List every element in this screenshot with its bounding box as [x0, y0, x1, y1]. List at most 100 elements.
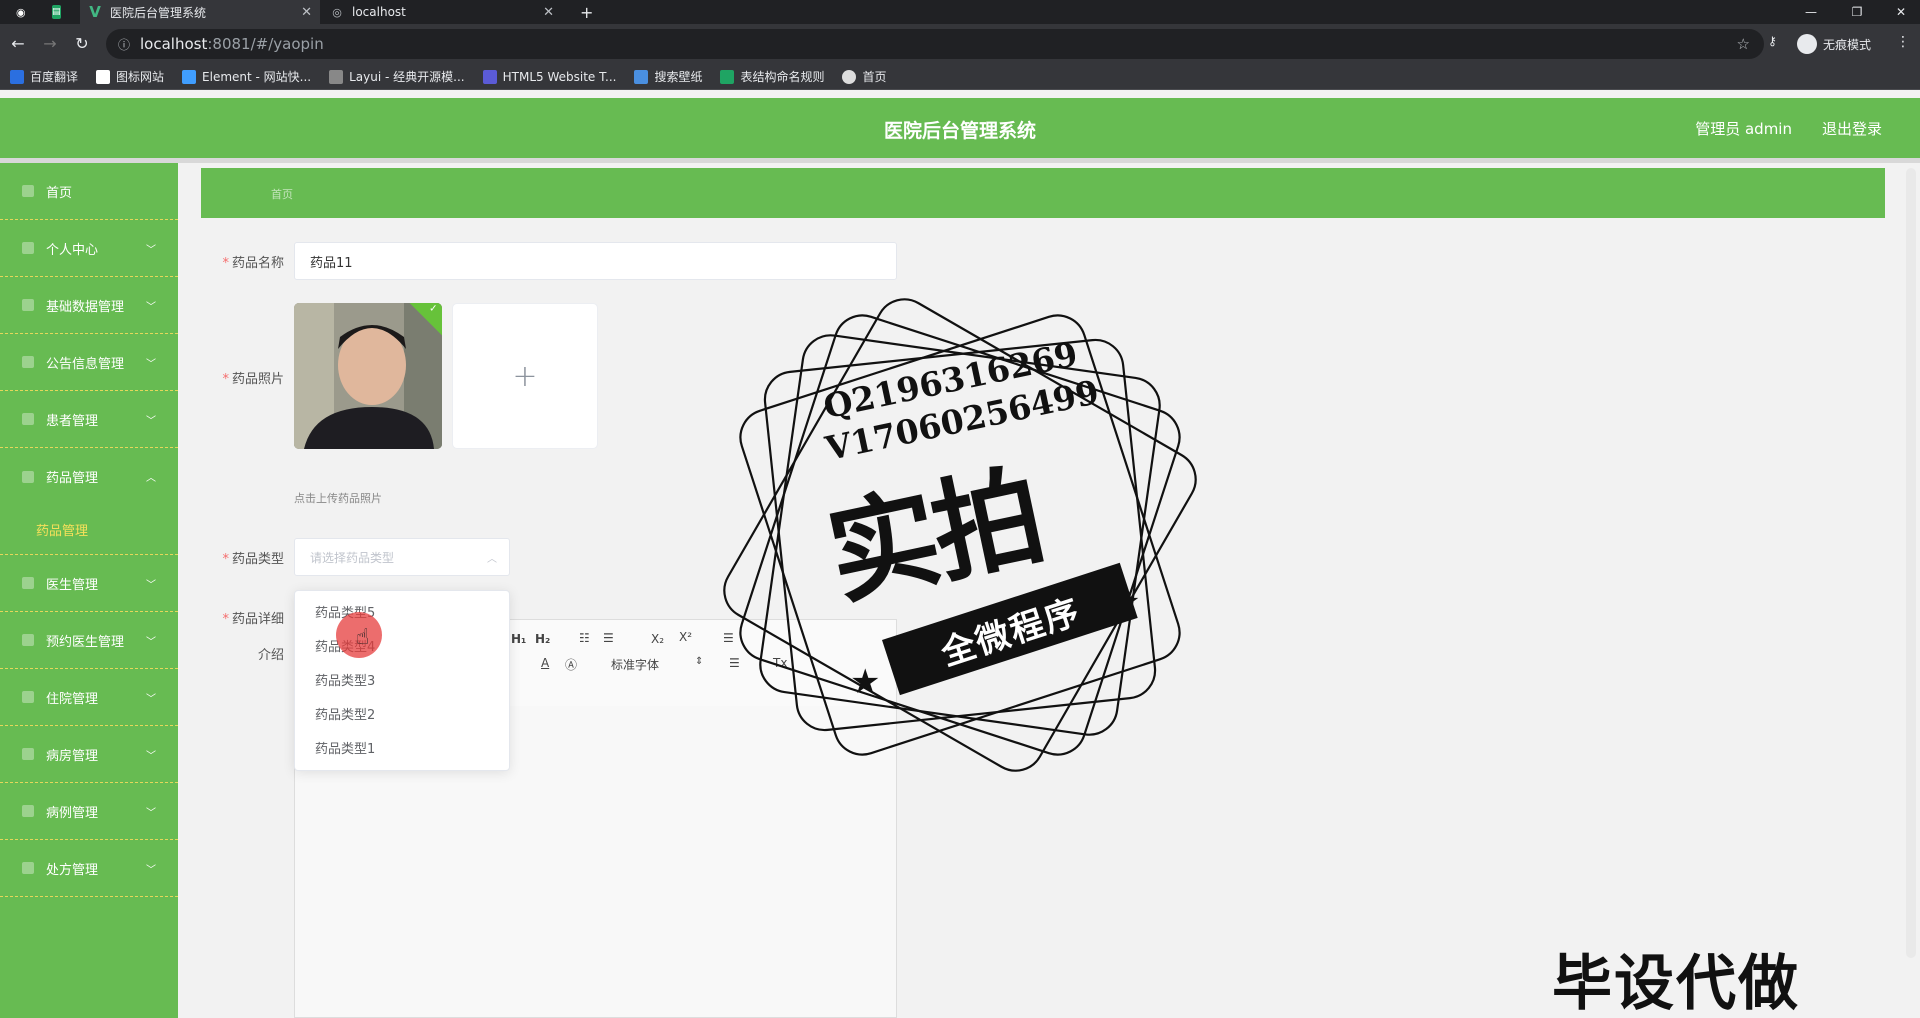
sidebar-item-label: 药品管理: [46, 471, 99, 486]
chevron-down-icon: ﹀: [146, 579, 156, 591]
sidebar-item-label: 公告信息管理: [46, 356, 125, 372]
bookmark[interactable]: Layui - 经典开源模...: [329, 68, 465, 85]
pinned-tab-icon[interactable]: ▤: [44, 0, 72, 24]
subscript-icon[interactable]: X₂: [651, 632, 664, 646]
notice-icon: [22, 356, 34, 368]
upload-tip: 点击上传药品照片: [294, 492, 382, 505]
bookmark-icon: [842, 69, 857, 84]
bookmark[interactable]: 表结构命名规则: [720, 68, 824, 85]
sidebar-item-appointments[interactable]: 预约医生管理 ﹀: [0, 612, 178, 669]
bookmarks-bar: 百度翻译 图标网站 Element - 网站快... Layui - 经典开源模…: [0, 64, 1920, 90]
detail-label-line2: 介绍: [257, 648, 284, 663]
bullet-list-icon[interactable]: ☰: [603, 631, 614, 645]
chrome-menu-icon[interactable]: ◉: [8, 0, 36, 24]
sidebar-item-prescriptions[interactable]: 处方管理 ﹀: [0, 840, 178, 897]
browser-tab-active[interactable]: V 医院后台管理系统 ✕: [80, 0, 320, 24]
tab-title: 医院后台管理系统: [110, 5, 207, 20]
watermark-corner-text: 毕设代做: [1552, 949, 1800, 1018]
sidebar-item-label: 住院管理: [46, 691, 99, 707]
sidebar-item-hospitalization[interactable]: 住院管理 ﹀: [0, 669, 178, 726]
header-divider: [0, 158, 1920, 163]
sidebar-item-medicine[interactable]: 药品管理 ︿: [0, 448, 178, 505]
photo-label: * 药品照片: [222, 372, 284, 387]
logout-link[interactable]: 退出登录: [1822, 118, 1882, 139]
sidebar-subitem-medicine[interactable]: 药品管理: [0, 505, 178, 555]
star-icon[interactable]: ☆: [1737, 35, 1750, 53]
vue-logo-icon: V: [89, 3, 101, 21]
dropdown-option[interactable]: 药品类型2: [295, 699, 509, 733]
dropdown-option[interactable]: 药品类型3: [295, 665, 509, 699]
h1-icon[interactable]: H₁: [511, 632, 526, 646]
sidebar: 首页 个人中心 ﹀ 基础数据管理 ﹀ 公告信息管理 ﹀ 患者管理 ﹀ 药品管理 ︿ 药品管…: [0, 163, 178, 1018]
ward-icon: [22, 748, 34, 760]
more-menu-icon[interactable]: ⋮: [1896, 34, 1910, 50]
forward-icon[interactable]: →: [40, 34, 60, 54]
sidebar-item-doctors[interactable]: 医生管理 ﹀: [0, 555, 178, 612]
app-header: 医院后台管理系统 管理员 admin 退出登录: [0, 98, 1920, 158]
bookmark[interactable]: HTML5 Website T...: [482, 69, 616, 84]
font-family-select[interactable]: 标准字体: [611, 656, 659, 673]
bookmark[interactable]: 图标网站: [96, 68, 164, 85]
chevron-down-icon: ﹀: [146, 636, 156, 648]
bookmark-label: 图标网站: [116, 70, 165, 84]
sidebar-item-home[interactable]: 首页: [0, 163, 178, 220]
background-color-icon[interactable]: Ⓐ: [565, 656, 577, 673]
incognito-indicator[interactable]: 无痕模式: [1797, 34, 1871, 54]
font-color-icon[interactable]: A: [541, 656, 549, 670]
bookmark[interactable]: 首页: [842, 68, 887, 85]
url-field[interactable]: ⓘ localhost:8081/#/yaopin ☆: [106, 29, 1764, 59]
sidebar-item-label: 病房管理: [46, 748, 99, 764]
sidebar-item-label: 患者管理: [46, 413, 99, 429]
close-window-button[interactable]: ✕: [1878, 0, 1920, 24]
plus-icon: +: [512, 358, 538, 394]
bookmark[interactable]: 搜索壁纸: [634, 68, 702, 85]
reload-icon[interactable]: ↻: [72, 34, 92, 54]
user-icon: [22, 242, 34, 254]
sidebar-item-wards[interactable]: 病房管理 ﹀: [0, 726, 178, 783]
page-scrollbar[interactable]: [1906, 168, 1916, 958]
h2-icon[interactable]: H₂: [535, 632, 550, 646]
bookmark[interactable]: Element - 网站快...: [182, 68, 311, 85]
bookmark[interactable]: 百度翻译: [10, 68, 78, 85]
incognito-label: 无痕模式: [1823, 37, 1872, 52]
detail-label-text: 药品详细: [231, 612, 284, 627]
bookmark-icon: [482, 69, 497, 84]
sidebar-item-cases[interactable]: 病例管理 ﹀: [0, 783, 178, 840]
uploaded-photo-thumbnail[interactable]: ✓: [294, 303, 442, 449]
browser-tab[interactable]: ◎ localhost ✕: [322, 0, 562, 24]
bookmark-icon: [720, 69, 735, 84]
bookmark-label: Element - 网站快...: [202, 70, 312, 84]
sidebar-item-personal[interactable]: 个人中心 ﹀: [0, 220, 178, 277]
sidebar-item-label: 首页: [46, 185, 73, 201]
back-icon[interactable]: ←: [8, 34, 28, 54]
restore-button[interactable]: ❐: [1834, 0, 1880, 24]
sidebar-item-patients[interactable]: 患者管理 ﹀: [0, 391, 178, 448]
name-label-text: 药品名称: [231, 256, 284, 271]
upload-add-button[interactable]: +: [452, 303, 598, 449]
breadcrumb[interactable]: 首页: [271, 186, 293, 202]
new-tab-button[interactable]: +: [572, 0, 596, 24]
select-placeholder: 请选择药品类型: [310, 550, 395, 565]
ordered-list-icon[interactable]: ☷: [579, 631, 590, 645]
breadcrumb-bar: 首页: [201, 168, 1885, 218]
detail-label: * 药品详细: [222, 612, 284, 627]
medicine-type-select[interactable]: 请选择药品类型 ︿: [294, 538, 510, 576]
minimize-button[interactable]: —: [1788, 0, 1834, 24]
close-tab-icon[interactable]: ✕: [543, 5, 554, 20]
photo-label-text: 药品照片: [231, 372, 284, 387]
medicine-name-input[interactable]: 药品11: [294, 242, 897, 280]
dropdown-option[interactable]: 药品类型5: [295, 597, 509, 631]
close-tab-icon[interactable]: ✕: [301, 5, 312, 20]
app-title: 医院后台管理系统: [883, 120, 1036, 142]
key-icon[interactable]: ⚷: [1768, 34, 1777, 48]
incognito-icon: [1797, 34, 1817, 54]
dropdown-option[interactable]: 药品类型1: [295, 733, 509, 767]
sidebar-item-notices[interactable]: 公告信息管理 ﹀: [0, 334, 178, 391]
sidebar-item-label: 基础数据管理: [46, 299, 125, 315]
sidebar-item-basic-data[interactable]: 基础数据管理 ﹀: [0, 277, 178, 334]
tab-title: localhost: [352, 5, 406, 19]
patient-icon: [22, 413, 34, 425]
dropdown-option[interactable]: 药品类型4: [295, 631, 509, 665]
superscript-icon[interactable]: X²: [679, 630, 692, 644]
case-icon: [22, 805, 34, 817]
